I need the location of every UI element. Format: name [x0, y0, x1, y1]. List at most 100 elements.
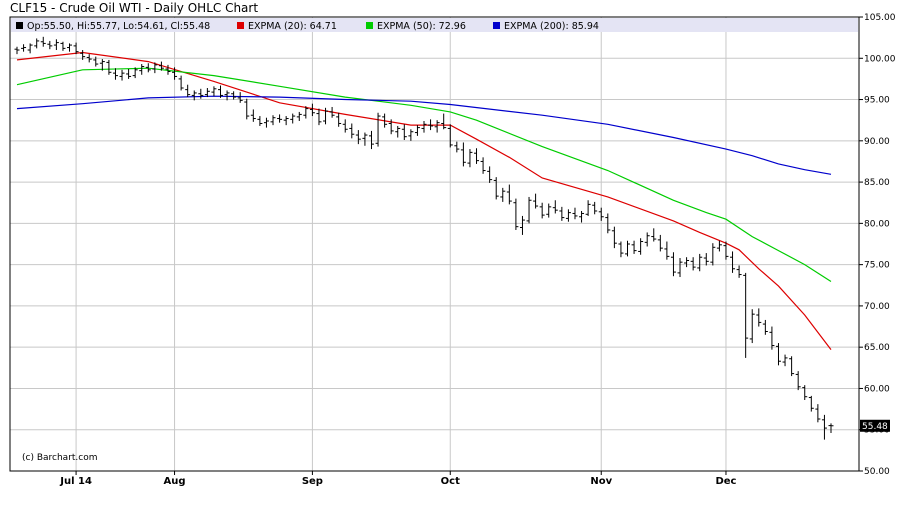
ohlc-bar — [539, 202, 545, 219]
plot-frame — [9, 16, 860, 472]
legend-swatch — [16, 22, 23, 29]
ohlc-bar — [434, 120, 440, 133]
x-tick-label: Sep — [302, 476, 323, 487]
y-tick-label: 80.00 — [864, 219, 890, 229]
ohlc-bar — [493, 177, 499, 200]
y-axis-ticks: 105.00 100.00 95.00 90.00 85.00 80.00 75.00 70.… — [859, 13, 896, 477]
ohlc-bar — [401, 124, 407, 140]
ohlc-bar — [447, 124, 453, 148]
x-tick-label: Oct — [441, 476, 460, 487]
ohlc-bar — [21, 44, 27, 52]
ohlc-bar — [625, 240, 630, 257]
ohlc-bar — [296, 111, 302, 122]
y-tick-label: 95.00 — [864, 96, 890, 106]
ohlc-bar — [244, 98, 250, 120]
ohlc-bar — [191, 90, 197, 101]
ohlc-bar — [552, 200, 558, 214]
ohlc-bar — [638, 238, 644, 255]
ohlc-bar — [618, 241, 624, 258]
ohlc-bar — [316, 108, 322, 126]
ohlc-bar — [500, 187, 506, 202]
ohlc-bar — [579, 210, 585, 223]
ohlc-bar — [47, 40, 53, 50]
ohlc-bar — [73, 42, 79, 55]
ohlc-bar — [795, 371, 801, 391]
ohlc-bar — [533, 193, 539, 209]
ohlc-bar — [743, 272, 749, 358]
ohlc-bar — [112, 68, 118, 80]
ohlc-bar — [513, 198, 519, 230]
ohlc-bar — [198, 88, 204, 99]
ohlc-bar — [441, 113, 447, 130]
ohlc-bar — [40, 36, 46, 47]
ohlc-bar — [126, 69, 132, 79]
ohlc-bar — [67, 43, 73, 52]
ohlc-bar — [349, 123, 355, 139]
ohlc-bar — [684, 257, 690, 268]
ohlc-bar — [60, 41, 66, 51]
ohlc-bar — [631, 240, 637, 254]
ohlc-bar — [53, 39, 59, 51]
ohlc-bar — [559, 206, 565, 221]
ohlc-bar — [644, 232, 650, 247]
ohlc-bar — [762, 319, 768, 335]
ohlc-bar — [565, 209, 571, 222]
ohlc-bar — [231, 91, 237, 100]
ohlc-bar — [598, 207, 604, 221]
ohlc-bar — [119, 69, 125, 81]
y-tick-label: 105.00 — [864, 13, 896, 23]
ohlc-bar — [572, 207, 578, 220]
ohlc-bar — [185, 84, 191, 98]
ohlc-bar — [211, 86, 217, 97]
ohlc-bar — [139, 64, 145, 75]
x-tick-label: Dec — [715, 476, 736, 487]
ohlc-bar — [454, 141, 460, 153]
ohlc-bar — [362, 132, 368, 146]
axes — [9, 16, 860, 472]
legend-label: EXPMA (20): 64.71 — [248, 21, 337, 32]
ohlc-bar — [414, 125, 420, 136]
ohlc-bar — [664, 241, 670, 260]
x-tick-label: Nov — [590, 476, 612, 487]
ohlc-bar — [257, 116, 263, 126]
ohlc-bar — [730, 251, 736, 273]
ohlc-bar — [270, 115, 276, 126]
ohlc-bar — [703, 253, 709, 266]
ohlc-bar — [290, 113, 296, 124]
ohlc-bar — [769, 326, 775, 350]
ohlc-bar — [611, 226, 617, 249]
ohlc-bar — [487, 166, 493, 183]
last-value-label: 55.48 — [862, 422, 888, 432]
ohlc-bar — [519, 215, 525, 235]
ohlc-bar — [756, 308, 762, 327]
ohlc-bar — [828, 423, 834, 433]
ohlc-bar — [467, 149, 473, 168]
ohlc-bar — [283, 116, 289, 126]
x-axis-ticks: Jul 14 Aug Sep Oct Nov Dec — [59, 471, 737, 487]
ohlc-bar — [277, 114, 283, 123]
ohlc-bar — [106, 59, 112, 75]
legend-label: EXPMA (50): 72.96 — [377, 21, 466, 32]
ohlc-bar — [657, 234, 663, 252]
legend-swatch — [366, 22, 373, 29]
y-tick-label: 70.00 — [864, 302, 890, 312]
ohlc-bar — [526, 196, 532, 224]
legend-label: Op:55.50, Hi:55.77, Lo:54.61, Cl:55.48 — [27, 21, 210, 32]
legend-swatch — [237, 22, 244, 29]
ohlc-bar — [802, 385, 808, 401]
ohlc-bar — [585, 200, 591, 216]
ohlc-bar — [651, 228, 657, 242]
y-tick-label: 85.00 — [864, 178, 890, 188]
ohlc-bar — [14, 46, 20, 55]
legend-swatch — [493, 22, 500, 29]
ohlc-bar — [710, 243, 716, 266]
ohlc-bar — [808, 395, 814, 412]
legend: Op:55.50, Hi:55.77, Lo:54.61, Cl:55.48 EX… — [11, 18, 858, 32]
chart-container: CLF15 - Crude Oil WTI - Daily OHLC Chart… — [0, 0, 900, 511]
ohlc-bars — [14, 36, 834, 440]
ohlc-bar — [821, 414, 827, 440]
ohlc-bar — [408, 129, 414, 141]
y-tick-label: 75.00 — [864, 261, 890, 271]
ohlc-bar — [34, 38, 40, 49]
ohlc-bar — [677, 258, 683, 278]
